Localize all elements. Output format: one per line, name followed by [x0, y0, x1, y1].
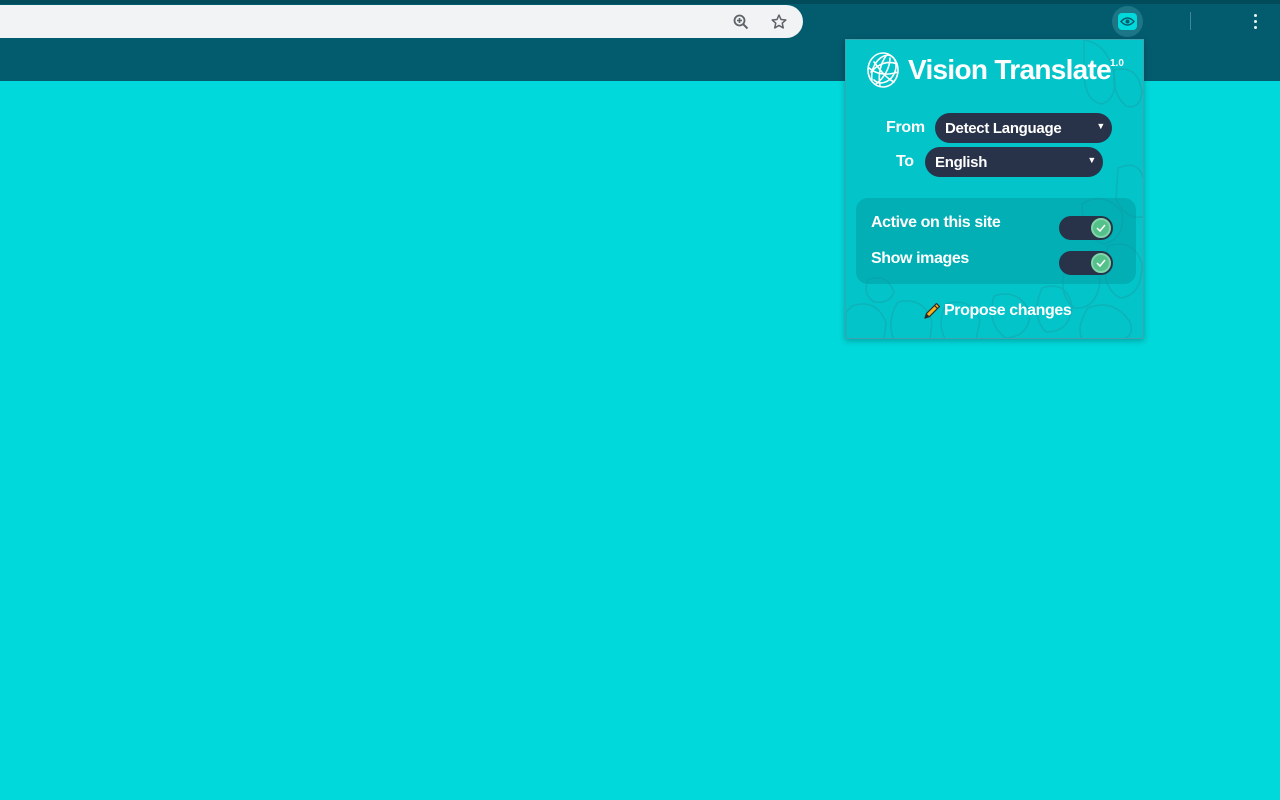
check-icon: [1091, 218, 1111, 238]
check-icon: [1091, 253, 1111, 273]
zoom-in-icon[interactable]: [724, 5, 757, 38]
vision-translate-popup: Vision Translate 1.0 From Detect Languag…: [845, 39, 1144, 339]
more-vert-icon[interactable]: [1244, 8, 1266, 35]
active-on-site-toggle[interactable]: [1059, 216, 1113, 240]
source-language-value: Detect Language: [945, 119, 1062, 137]
source-language-select[interactable]: Detect Language ▼: [935, 113, 1112, 143]
target-language-select[interactable]: English ▼: [925, 147, 1103, 177]
star-icon[interactable]: [762, 5, 795, 38]
tab-strip-edge: [0, 0, 1280, 4]
eye-icon: [1118, 13, 1137, 30]
to-label: To: [896, 153, 914, 170]
show-images-toggle[interactable]: [1059, 251, 1113, 275]
propose-changes-link[interactable]: Propose changes: [922, 300, 1072, 322]
from-label: From: [886, 119, 925, 136]
brand-header: Vision Translate: [864, 48, 1112, 92]
vision-translate-extension-button[interactable]: [1112, 6, 1143, 37]
target-language-value: English: [935, 153, 988, 171]
active-on-site-label: Active on this site: [871, 214, 1001, 231]
settings-panel: Active on this site Show images: [856, 198, 1136, 284]
toolbar-separator: [1190, 12, 1191, 30]
app-title: Vision Translate: [908, 54, 1112, 85]
show-images-label: Show images: [871, 250, 969, 267]
propose-changes-label: Propose changes: [944, 302, 1072, 319]
pencil-icon: [924, 302, 941, 319]
dropdown-caret-icon: ▼: [1096, 121, 1105, 131]
dropdown-caret-icon: ▼: [1087, 155, 1096, 165]
scribble-logo-icon: [867, 52, 899, 88]
version-badge: 1.0: [1110, 58, 1124, 69]
address-bar[interactable]: [0, 5, 803, 38]
